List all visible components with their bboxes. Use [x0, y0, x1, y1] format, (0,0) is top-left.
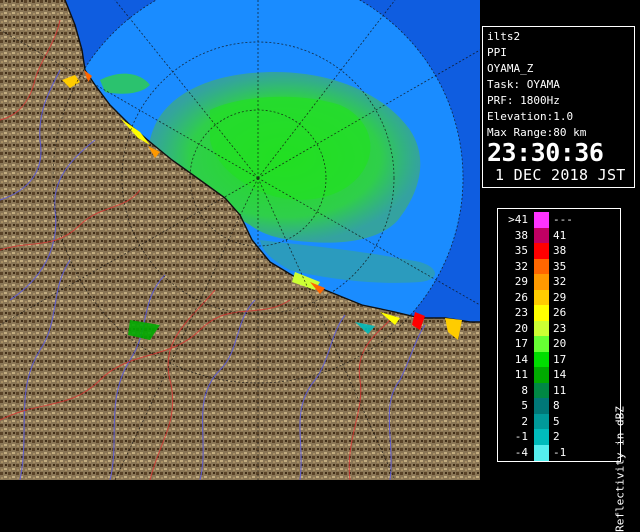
legend-color-swatch: [534, 227, 549, 244]
legend-high-value: 38: [553, 244, 567, 257]
scan-date: 1 DEC 2018 JST: [495, 166, 626, 184]
legend-row: 14 17: [498, 351, 622, 368]
info-prf: PRF: 1800Hz: [487, 94, 560, 107]
legend-low-value: 2: [521, 414, 528, 428]
legend-high-value: -1: [553, 445, 567, 459]
legend-low-value: 29: [514, 275, 528, 288]
legend-row: 32 35: [498, 258, 622, 275]
legend-color-swatch: [534, 351, 549, 368]
legend-row: -4 -1: [498, 444, 622, 461]
legend-low-value: 11: [514, 368, 528, 381]
legend-row: -1 2: [498, 429, 622, 445]
legend-row: 11 14: [498, 367, 622, 383]
legend-color-swatch: [534, 413, 549, 430]
info-site: ilts2: [487, 30, 521, 43]
legend-row: 26 29: [498, 289, 622, 306]
legend-color-swatch: [534, 305, 549, 321]
legend-color-swatch: [534, 398, 549, 414]
legend-row: 29 32: [498, 274, 622, 290]
legend-color-swatch: [534, 274, 549, 290]
legend-low-value: 14: [514, 352, 528, 366]
legend-low-value: 20: [514, 321, 528, 335]
legend-high-value: 35: [553, 259, 567, 273]
legend-high-value: 5: [553, 414, 560, 428]
legend-color-swatch: [534, 336, 549, 352]
radar-ppi-map[interactable]: [0, 0, 480, 480]
legend-row: 17 20: [498, 336, 622, 352]
radar-info-box: ilts2 PPI OYAMA_Z Task: OYAMA PRF: 1800H…: [482, 26, 635, 188]
legend-color-swatch: [534, 243, 549, 259]
legend-row: 23 26: [498, 305, 622, 321]
info-product: PPI: [487, 46, 507, 59]
legend-row: >41 ---: [498, 212, 622, 228]
legend-low-value: 32: [514, 259, 528, 273]
legend-low-value: 17: [514, 337, 528, 350]
legend-high-value: 8: [553, 399, 560, 412]
side-panel: ilts2 PPI OYAMA_Z Task: OYAMA PRF: 1800H…: [480, 0, 640, 532]
legend-high-value: 41: [553, 228, 567, 242]
scan-time: 23:30:36: [487, 138, 604, 167]
info-product-name: OYAMA_Z: [487, 62, 534, 75]
legend-high-value: 11: [553, 383, 567, 397]
legend-low-value: 23: [514, 306, 528, 319]
legend-high-value: ---: [553, 213, 573, 226]
legend-row: 58: [498, 398, 622, 414]
legend-color-swatch: [534, 382, 549, 399]
legend-high-value: 14: [553, 368, 567, 381]
legend-high-value: 17: [553, 352, 567, 366]
legend-high-value: 2: [553, 430, 560, 443]
legend-high-value: 29: [553, 290, 567, 304]
legend-low-value: 5: [521, 399, 528, 412]
info-elevation: Elevation:1.0: [487, 110, 574, 123]
legend-row: 38 41: [498, 227, 622, 244]
info-task: Task: OYAMA: [487, 78, 560, 91]
legend-color-swatch: [534, 320, 549, 337]
legend-unit-label: Reflectivity in dBZ: [613, 406, 627, 532]
legend-color-swatch: [534, 444, 549, 461]
legend-row: 35 38: [498, 243, 622, 259]
legend-high-value: 32: [553, 275, 567, 288]
legend-row: 25: [498, 413, 622, 430]
legend-high-value: 26: [553, 306, 567, 319]
legend-low-value: 35: [514, 244, 528, 257]
legend-color-swatch: [534, 367, 549, 383]
color-scale-legend: >41 --- 38 41 35 38 32 35 29 32 26 29 23 26 20 23 17 20 14…: [497, 208, 627, 532]
legend-low-value: 8: [521, 383, 528, 397]
legend-row: 8 11: [498, 382, 622, 399]
legend-color-swatch: [534, 429, 549, 445]
legend-color-swatch: [534, 289, 549, 306]
legend-color-swatch: [534, 258, 549, 275]
legend-high-value: 20: [553, 337, 567, 350]
radar-map-canvas: [0, 0, 480, 480]
legend-low-value: 26: [514, 290, 528, 304]
legend-low-value: 38: [514, 228, 528, 242]
legend-row: 20 23: [498, 320, 622, 337]
legend-low-value: -1: [514, 430, 528, 443]
legend-low-value: -4: [514, 445, 528, 459]
legend-low-value: >41: [508, 213, 528, 226]
legend-color-swatch: [534, 212, 549, 228]
legend-high-value: 23: [553, 321, 567, 335]
